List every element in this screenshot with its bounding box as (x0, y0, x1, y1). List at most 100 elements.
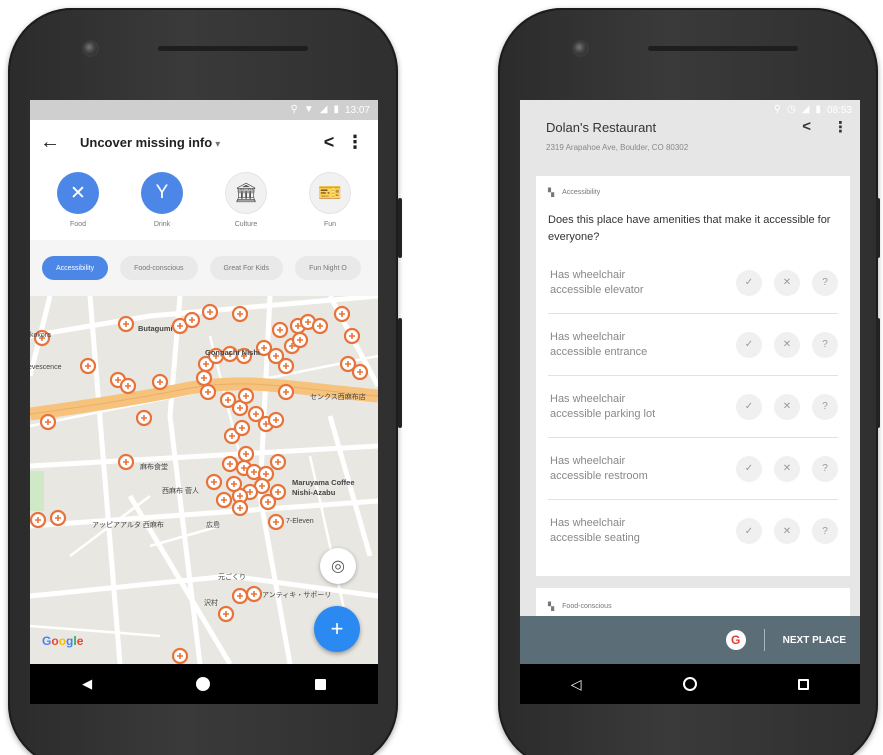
map-label-jp-4: アッピアアルタ 西麻布 (92, 522, 164, 529)
dropdown-caret-icon: ▾ (215, 138, 221, 150)
add-fab-button[interactable]: + (314, 606, 360, 652)
volume-button (876, 318, 880, 428)
category-fun[interactable]: 🎫 Fun (300, 172, 360, 240)
yes-check-icon[interactable]: ✓ (736, 269, 762, 296)
yes-check-icon[interactable]: ✓ (736, 331, 762, 358)
more-vert-icon[interactable]: ⋮ (342, 132, 368, 153)
earpiece-speaker (648, 46, 798, 51)
nav-recents-icon[interactable] (314, 678, 326, 690)
google-g-icon[interactable]: G (725, 630, 746, 650)
nav-recents-icon[interactable] (798, 678, 810, 690)
nav-home-icon[interactable] (682, 677, 697, 691)
yes-check-icon[interactable]: ✓ (736, 455, 762, 482)
category-label: Fun (323, 221, 337, 228)
share-icon[interactable]: < (802, 118, 811, 136)
row-label-line2: accessible parking lot (550, 407, 656, 420)
question-row: Has wheelchair accessible elevator ✓ ✕? (548, 252, 838, 314)
cocktail-icon: Y (141, 172, 183, 214)
category-food[interactable]: ✕ Food (48, 172, 108, 240)
unsure-question-icon[interactable]: ? (812, 393, 838, 420)
category-row: ✕ Food Y Drink 🏛 Culture 🎫 Fun (30, 164, 378, 240)
back-arrow-icon[interactable]: ← (40, 132, 66, 152)
more-vert-icon[interactable]: ⋮ (833, 118, 848, 136)
yes-check-icon[interactable]: ✓ (736, 393, 762, 420)
power-button (398, 198, 402, 258)
no-close-icon[interactable]: ✕ (774, 455, 800, 482)
category-label: Culture (234, 221, 258, 228)
utensils-icon: ✕ (57, 172, 99, 214)
unsure-question-icon[interactable]: ? (812, 331, 838, 358)
category-culture[interactable]: 🏛 Culture (216, 172, 276, 240)
right-phone: ⚲ ◷ ◢ ▮ 08:53 Dolan's Restaurant 2319 Ar… (498, 8, 880, 755)
page-title[interactable]: Uncover missing info ▾ (80, 135, 316, 150)
category-drink[interactable]: Y Drink (132, 172, 192, 240)
row-label: Has wheelchair accessible entrance (548, 330, 736, 360)
map-label-maruyama: Maruyama Coffee (292, 478, 355, 487)
card-area: ▚ Accessibility Does this place have ame… (520, 176, 860, 662)
question-row: Has wheelchair accessible seating ✓ ✕? (548, 500, 838, 562)
wifi-icon: ▼ (303, 104, 314, 115)
logo-letter: o (51, 634, 59, 648)
map-label-jp-3: 西麻布 菅人 (162, 488, 199, 495)
question-rows: Has wheelchair accessible elevator ✓ ✕? Has … (548, 252, 838, 562)
row-label: Has wheelchair accessible seating (548, 516, 736, 546)
yes-check-icon[interactable]: ✓ (736, 518, 762, 544)
map-view[interactable]: Butagumi Gonpachi Nishi evescence kokora… (30, 296, 378, 664)
unsure-question-icon[interactable]: ? (812, 518, 838, 544)
map-label-jp-2: 麻布食堂 (140, 464, 168, 471)
header-actions: < ⋮ (802, 118, 848, 136)
question-row: Has wheelchair accessible restroom ✓ ✕? (548, 438, 838, 500)
chip-great-for-kids[interactable]: Great For Kids (209, 256, 284, 280)
logo-letter: o (58, 634, 67, 648)
row-label: Has wheelchair accessible elevator (548, 268, 736, 298)
place-header: Dolan's Restaurant 2319 Arapahoe Ave, Bo… (520, 118, 860, 176)
row-label: Has wheelchair accessible parking lot (548, 392, 736, 422)
nav-home-icon[interactable] (196, 677, 211, 691)
ticket-icon: 🎫 (309, 172, 351, 214)
chip-food-conscious[interactable]: Food-conscious (120, 256, 198, 280)
question-row: Has wheelchair accessible parking lot ✓ ✕? (548, 376, 838, 438)
place-address: 2319 Arapahoe Ave, Boulder, CO 80302 (546, 143, 689, 152)
app-bar: ← Uncover missing info ▾ < ⋮ (30, 120, 378, 164)
section-label: ▚ Food-conscious (548, 602, 838, 611)
android-nav-bar: ◀ (30, 664, 378, 704)
category-label: Drink (153, 221, 171, 228)
google-logo: Google (42, 634, 83, 648)
chip-fun-night[interactable]: Fun Night O (295, 256, 361, 280)
flag-icon: ▚ (548, 188, 555, 197)
no-close-icon[interactable]: ✕ (774, 518, 800, 544)
row-label-line2: accessible elevator (550, 283, 644, 296)
map-label-gonpachi: Gonpachi Nishi (205, 348, 261, 357)
next-place-button[interactable]: NEXT PLACE (783, 635, 846, 646)
map-label-jp-6: アンティキ・サポーリ (262, 592, 332, 599)
contribute-screen: ⚲ ◷ ◢ ▮ 08:53 Dolan's Restaurant 2319 Ar… (520, 100, 860, 704)
nav-back-icon[interactable]: ◁ (571, 676, 582, 693)
front-camera (574, 42, 587, 55)
question-text: Does this place have amenities that make… (548, 214, 831, 243)
row-label-line2: accessible seating (550, 532, 640, 544)
title-text: Uncover missing info (80, 134, 213, 150)
battery-icon: ▮ (333, 104, 339, 115)
map-label-jp-5: 広島 (206, 522, 220, 529)
chip-accessibility[interactable]: Accessibility (42, 256, 109, 280)
answer-buttons: ✓ ✕? (736, 518, 838, 544)
nav-back-icon[interactable]: ◀ (82, 676, 92, 692)
signal-icon: ◢ (319, 104, 328, 115)
section-label-text: Food-conscious (562, 603, 612, 610)
front-camera (84, 42, 97, 55)
filter-chips: Accessibility Food-conscious Great For K… (30, 240, 378, 296)
location-icon: ⚲ (290, 104, 298, 115)
answer-buttons: ✓ ✕? (736, 331, 838, 358)
unsure-question-icon[interactable]: ? (812, 455, 838, 482)
android-nav-bar: ◁ (520, 664, 860, 704)
no-close-icon[interactable]: ✕ (774, 393, 800, 420)
unsure-question-icon[interactable]: ? (812, 269, 838, 296)
no-close-icon[interactable]: ✕ (774, 331, 800, 358)
status-time: 08:53 (826, 104, 852, 116)
status-bar: ⚲ ▼ ◢ ▮ 13:07 (30, 100, 378, 120)
no-close-icon[interactable]: ✕ (774, 269, 800, 296)
flag-icon: ▚ (548, 602, 555, 611)
share-icon[interactable]: < (316, 132, 342, 153)
row-label-line1: Has wheelchair (550, 330, 626, 343)
my-location-button[interactable]: ◎ (320, 548, 356, 584)
